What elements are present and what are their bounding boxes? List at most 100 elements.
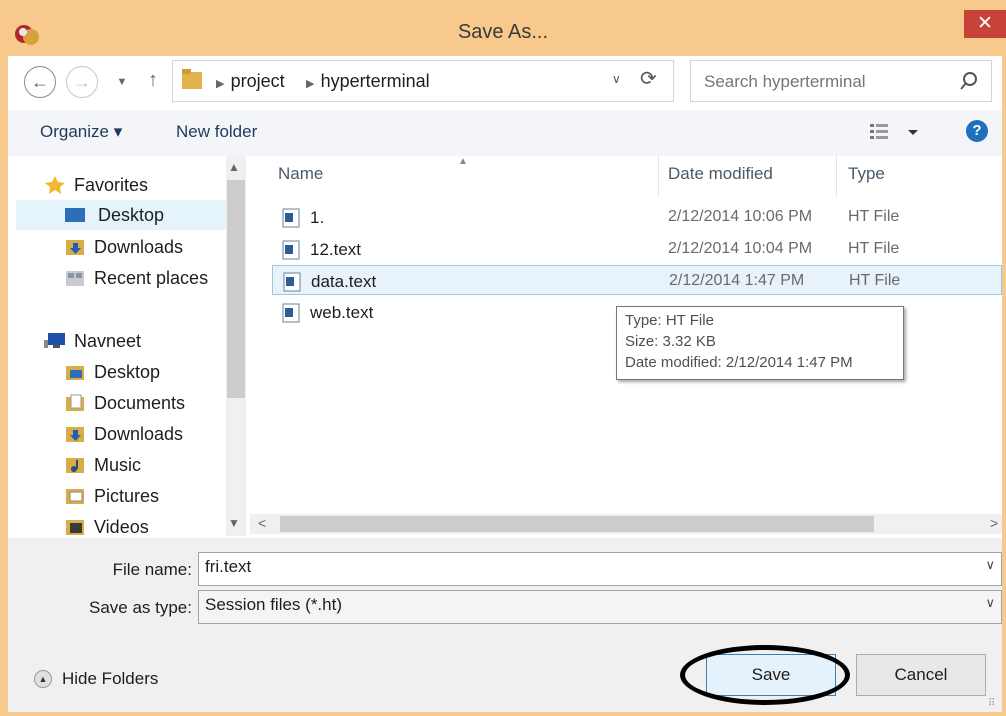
breadcrumb-project[interactable]: ▶ project: [216, 71, 285, 92]
sidebar-item-label: Downloads: [94, 237, 184, 257]
column-divider[interactable]: [658, 156, 659, 196]
computer-icon: [44, 333, 65, 348]
column-header-date-modified[interactable]: Date modified: [668, 164, 773, 184]
file-type: HT File: [848, 208, 900, 225]
forward-button[interactable]: →: [66, 66, 98, 98]
sidebar-item-label: Videos: [94, 517, 149, 537]
sidebar-item-label: Downloads: [94, 424, 184, 444]
sidebar-item-favorites-desktop[interactable]: Desktop: [16, 200, 230, 230]
sort-ascending-icon: ▲: [458, 156, 468, 167]
resize-grip-icon[interactable]: ⠿: [988, 698, 995, 709]
documents-icon: [66, 394, 84, 411]
file-type: HT File: [848, 240, 900, 257]
organize-menu[interactable]: Organize ▾: [40, 122, 122, 142]
scroll-down-icon[interactable]: ▼: [228, 516, 240, 530]
sidebar-item-label: Desktop: [94, 362, 161, 382]
up-folder-button[interactable]: ↑: [140, 64, 166, 96]
help-icon[interactable]: ?: [966, 120, 988, 142]
back-button[interactable]: ←: [24, 66, 56, 98]
ht-file-icon: [282, 208, 300, 228]
save-as-type-select[interactable]: Session files (*.ht) ∨: [198, 590, 1002, 624]
save-as-type-value: Session files (*.ht): [205, 595, 342, 614]
sidebar-item-recent-places[interactable]: Recent places: [64, 263, 230, 293]
navigation-pane: Favorites Desktop Downloads Recent place…: [8, 156, 248, 538]
file-name: 1.: [310, 208, 325, 227]
breadcrumb-separator-icon: ▶: [306, 78, 321, 90]
highlight-ellipse: [680, 645, 850, 705]
scroll-up-icon[interactable]: ▲: [228, 160, 240, 174]
file-date-modified: 2/12/2014 10:06 PM: [668, 208, 813, 225]
star-icon: [45, 176, 65, 194]
tooltip-size: Size: 3.32 KB: [625, 333, 716, 350]
scroll-left-icon[interactable]: <: [258, 515, 266, 531]
column-header-type[interactable]: Type: [848, 164, 885, 184]
videos-icon: [66, 520, 84, 535]
sidebar-item-label: Pictures: [94, 486, 160, 506]
hide-folders-icon[interactable]: ▲: [34, 670, 52, 688]
file-name: web.text: [310, 303, 374, 322]
sidebar-item-pictures[interactable]: Pictures: [64, 481, 230, 511]
cancel-button[interactable]: Cancel: [856, 654, 986, 696]
sidebar-item-videos[interactable]: Videos: [64, 512, 230, 538]
new-folder-button[interactable]: New folder: [176, 122, 257, 142]
sidebar-item-label: Desktop: [98, 205, 165, 225]
change-view-icon[interactable]: [868, 121, 924, 143]
close-button[interactable]: ✕: [964, 10, 1006, 38]
file-row[interactable]: 1. 2/12/2014 10:06 PM HT File: [272, 202, 1002, 232]
search-input[interactable]: [704, 72, 944, 92]
file-name-field[interactable]: fri.text ∨: [198, 552, 1002, 586]
sidebar-group-navneet[interactable]: Navneet: [44, 326, 224, 356]
recent-locations-dropdown[interactable]: ▼: [112, 68, 132, 94]
file-info-tooltip: Type: HT File Size: 3.32 KB Date modifie…: [616, 306, 904, 380]
sidebar-item-navneet-downloads[interactable]: Downloads: [64, 419, 230, 449]
file-row-selected[interactable]: data.text 2/12/2014 1:47 PM HT File: [272, 265, 1002, 295]
sidebar-item-navneet-desktop[interactable]: Desktop: [64, 357, 230, 387]
sidebar-item-label: Documents: [94, 393, 186, 413]
window-title: Save As...: [457, 21, 549, 43]
folder-icon: [182, 69, 202, 89]
breadcrumb-separator-icon: ▶: [216, 78, 231, 90]
desktop-icon: [65, 208, 85, 222]
search-icon[interactable]: [958, 70, 980, 92]
sidebar-item-documents[interactable]: Documents: [64, 388, 230, 418]
recent-places-icon: [66, 271, 84, 286]
breadcrumb-hyperterminal[interactable]: ▶ hyperterminal: [306, 71, 430, 92]
ht-file-icon: [282, 303, 300, 323]
file-date-modified: 2/12/2014 1:47 PM: [669, 272, 805, 289]
save-as-type-label: Save as type:: [88, 598, 192, 617]
command-bar: [8, 110, 1002, 156]
ht-file-icon: [283, 272, 301, 292]
sidebar-group-label: Navneet: [74, 331, 142, 351]
tooltip-type: Type: HT File: [625, 312, 714, 329]
file-name-value: fri.text: [205, 557, 252, 576]
sidebar-item-favorites-downloads[interactable]: Downloads: [64, 232, 230, 262]
sidebar-item-label: Recent places: [94, 268, 209, 288]
breadcrumb-project-label: project: [230, 71, 285, 91]
refresh-button[interactable]: ⟳: [640, 66, 657, 91]
sidebar-group-favorites[interactable]: Favorites: [44, 170, 224, 200]
column-header-name[interactable]: Name: [278, 164, 323, 184]
hide-folders-button[interactable]: Hide Folders: [62, 669, 158, 689]
tooltip-date-modified: Date modified: 2/12/2014 1:47 PM: [625, 354, 853, 371]
horizontal-scroll-thumb[interactable]: [280, 516, 874, 532]
file-name-label: File name:: [112, 560, 192, 579]
chevron-down-icon[interactable]: ∨: [985, 557, 995, 573]
file-row[interactable]: 12.text 2/12/2014 10:04 PM HT File: [272, 234, 1002, 264]
navigation-pane-scroll-thumb[interactable]: [227, 180, 245, 398]
sidebar-item-label: Music: [94, 455, 142, 475]
downloads-icon: [66, 240, 84, 255]
file-name: data.text: [311, 272, 377, 291]
downloads-icon: [66, 427, 84, 442]
file-name: 12.text: [310, 240, 362, 259]
file-date-modified: 2/12/2014 10:04 PM: [668, 240, 813, 257]
ht-file-icon: [282, 240, 300, 260]
column-divider[interactable]: [836, 156, 837, 196]
chevron-down-icon[interactable]: ∨: [985, 595, 995, 611]
pictures-icon: [66, 489, 84, 504]
music-icon: [66, 458, 84, 473]
file-type: HT File: [849, 272, 901, 289]
desktop-folder-icon: [66, 366, 84, 380]
scroll-right-icon[interactable]: >: [990, 515, 998, 531]
sidebar-item-music[interactable]: Music: [64, 450, 230, 480]
address-dropdown-icon[interactable]: ∨: [612, 72, 621, 86]
